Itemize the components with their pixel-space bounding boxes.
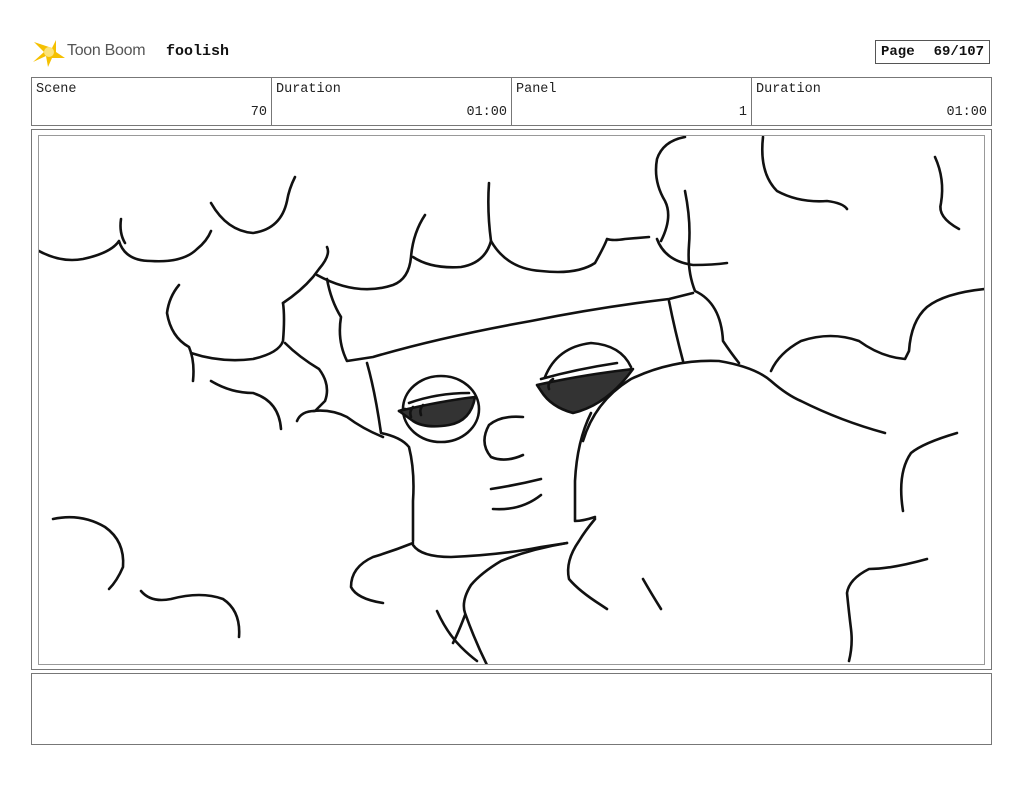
page-label: Page [881,44,915,60]
toon-boom-star-icon [33,40,65,67]
scene-info-row: Scene 70 Duration 01:00 Panel 1 Duration… [31,77,992,126]
page-indicator: Page 69/107 [875,40,990,64]
panel-value: 1 [738,105,747,120]
panel-duration-label: Duration [756,82,821,97]
project-name: foolish [166,43,230,60]
scene-value: 70 [250,105,267,120]
panel-duration-cell: Duration 01:00 [752,78,991,125]
scene-duration-value: 01:00 [466,105,507,120]
scene-duration-cell: Duration 01:00 [272,78,512,125]
scene-label: Scene [36,82,77,97]
page-number: 69/107 [933,44,985,60]
character-sketch [39,136,984,664]
panel-cell: Panel 1 [512,78,752,125]
scene-duration-label: Duration [276,82,341,97]
panel-duration-value: 01:00 [946,105,987,120]
toon-boom-logo: Toon Boom [32,36,156,68]
storyboard-panel-drawing [38,135,985,665]
scene-cell: Scene 70 [32,78,272,125]
notes-area [31,673,992,745]
logo-text: Toon Boom [67,42,146,59]
panel-label: Panel [516,82,557,97]
